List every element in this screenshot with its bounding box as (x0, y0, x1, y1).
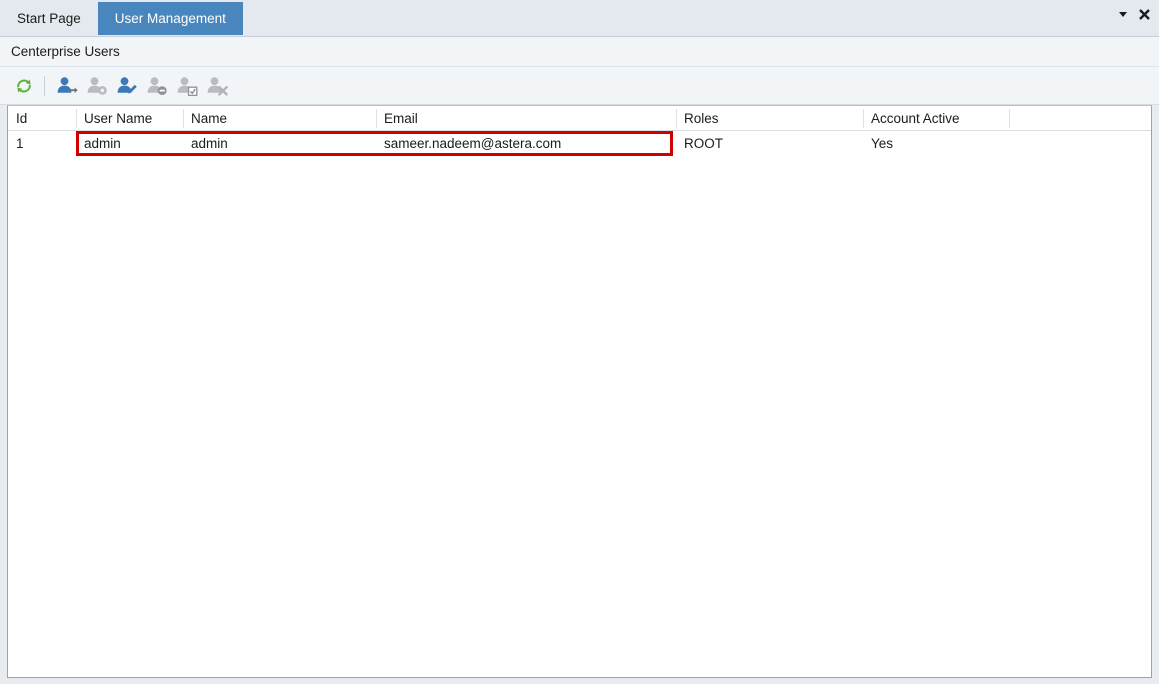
column-separator[interactable] (1009, 109, 1010, 128)
cell-filler[interactable] (1009, 131, 1151, 156)
close-icon[interactable] (1138, 7, 1151, 21)
add-user-button[interactable] (52, 71, 82, 101)
column-header-id[interactable]: Id (8, 106, 76, 131)
panel-caption: Centerprise Users (0, 37, 1159, 67)
toolbar-separator (44, 75, 45, 96)
grid-header-row: Id User Name Name Email Roles Account Active (8, 106, 1151, 131)
column-header-filler[interactable] (1009, 106, 1151, 131)
column-separator[interactable] (76, 109, 77, 128)
table-row[interactable]: 1 admin admin sameer.nadeem@astera.com ROOT Y… (8, 131, 1151, 156)
cell-id[interactable]: 1 (8, 131, 76, 156)
column-separator[interactable] (863, 109, 864, 128)
column-header-account_active[interactable]: Account Active (863, 106, 1009, 131)
users-grid: Id User Name Name Email Roles Account Active … (7, 105, 1152, 678)
cell-roles[interactable]: ROOT (676, 131, 863, 156)
column-header-roles[interactable]: Roles (676, 106, 863, 131)
user-management-window: Start Page User Management Centerprise U… (0, 0, 1159, 684)
column-separator[interactable] (183, 109, 184, 128)
column-header-name[interactable]: Name (183, 106, 376, 131)
column-separator[interactable] (376, 109, 377, 128)
tab-user-management-label: User Management (114, 11, 226, 26)
tab-start-page-label: Start Page (17, 11, 81, 26)
edit-user-button[interactable] (112, 71, 142, 101)
toolbar (0, 67, 1159, 105)
cell-user_name[interactable]: admin (76, 131, 183, 156)
tab-strip: Start Page User Management (0, 0, 1159, 37)
column-separator[interactable] (676, 109, 677, 128)
column-header-email[interactable]: Email (376, 106, 676, 131)
approve-user-button[interactable] (172, 71, 202, 101)
cell-account_active[interactable]: Yes (863, 131, 1009, 156)
grid-container: Id User Name Name Email Roles Account Active … (0, 105, 1159, 684)
refresh-button[interactable] (9, 71, 39, 101)
cell-name[interactable]: admin (183, 131, 376, 156)
disable-user-button[interactable] (142, 71, 172, 101)
grid-body: 1 admin admin sameer.nadeem@astera.com ROOT Y… (8, 131, 1151, 676)
user-settings-button[interactable] (82, 71, 112, 101)
tab-start-page[interactable]: Start Page (0, 2, 98, 35)
window-controls (1117, 7, 1151, 21)
cell-email[interactable]: sameer.nadeem@astera.com (376, 131, 676, 156)
delete-user-button[interactable] (202, 71, 232, 101)
column-header-user_name[interactable]: User Name (76, 106, 183, 131)
tab-user-management[interactable]: User Management (97, 2, 243, 35)
chevron-down-icon[interactable] (1117, 7, 1129, 21)
